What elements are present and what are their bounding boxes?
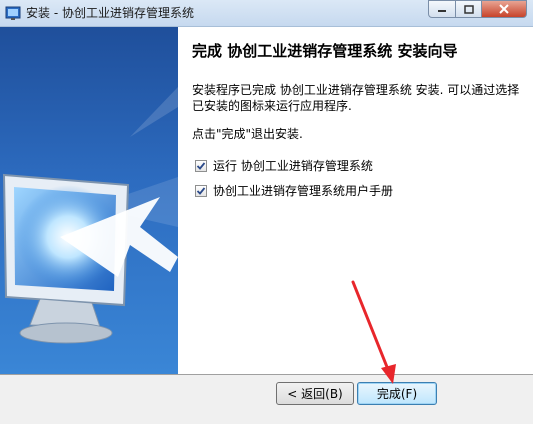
close-icon [499, 4, 509, 14]
close-button[interactable] [482, 0, 527, 18]
maximize-icon [463, 4, 474, 14]
run-app-label[interactable]: 运行 协创工业进销存管理系统 [213, 157, 373, 174]
finish-button[interactable]: 完成(F) [357, 382, 437, 405]
window-title: 安装 - 协创工业进销存管理系统 [26, 6, 194, 20]
wizard-content-panel: 完成 协创工业进销存管理系统 安装向导 安装程序已完成 协创工业进销存管理系统 … [178, 27, 533, 374]
checkmark-icon [196, 161, 206, 170]
back-button[interactable]: < 返回(B) [276, 382, 354, 405]
wizard-sidebar-image [0, 27, 178, 374]
user-manual-label[interactable]: 协创工业进销存管理系统用户手册 [213, 182, 393, 199]
option-user-manual[interactable]: 协创工业进销存管理系统用户手册 [195, 182, 393, 199]
installer-icon [5, 6, 21, 20]
completion-message: 安装程序已完成 协创工业进销存管理系统 安装. 可以通过选择已安装的图标来运行应… [192, 83, 520, 113]
checkmark-icon [196, 186, 206, 195]
exit-instruction: 点击"完成"退出安装. [192, 127, 303, 141]
footer-divider [0, 374, 533, 375]
title-bar[interactable]: 安装 - 协创工业进销存管理系统 [0, 0, 533, 27]
minimize-icon [438, 10, 446, 12]
maximize-button[interactable] [456, 0, 482, 18]
option-run-app[interactable]: 运行 协创工业进销存管理系统 [195, 157, 373, 174]
installer-window: 安装 - 协创工业进销存管理系统 完成 协创工业进销存管理系统 安装向导 安装程… [0, 0, 533, 424]
user-manual-checkbox[interactable] [195, 184, 207, 197]
run-app-checkbox[interactable] [195, 159, 207, 172]
minimize-button[interactable] [428, 0, 456, 18]
computer-monitor-illustration [2, 87, 178, 344]
page-title: 完成 协创工业进销存管理系统 安装向导 [192, 42, 458, 60]
